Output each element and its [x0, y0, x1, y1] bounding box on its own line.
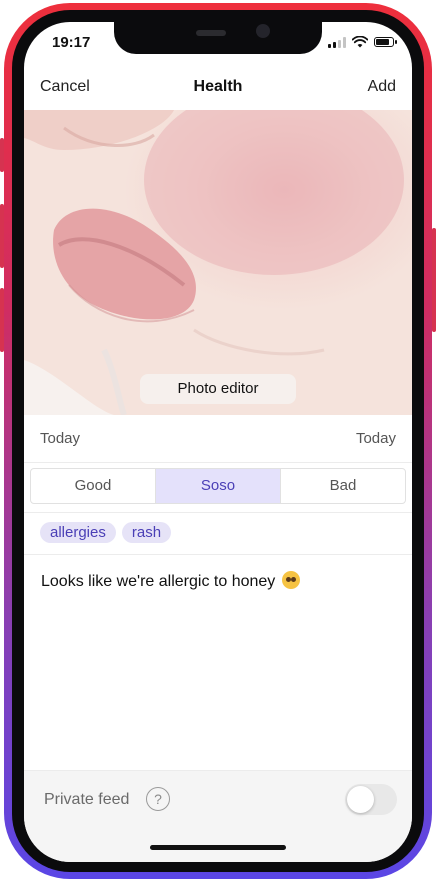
status-time: 19:17	[52, 34, 91, 51]
help-icon[interactable]: ?	[146, 787, 170, 811]
tag-rash[interactable]: rash	[121, 522, 172, 543]
baby-face-image	[24, 110, 404, 415]
tag-allergies[interactable]: allergies	[40, 522, 116, 543]
date-end[interactable]: Today	[356, 430, 396, 447]
note-text: Looks like we're allergic to honey	[41, 573, 276, 590]
phone-volume-up-button	[0, 204, 4, 268]
mood-option-soso[interactable]: Soso	[156, 469, 281, 503]
navbar: Cancel Health Add	[24, 72, 412, 106]
divider	[24, 512, 412, 513]
photo-preview[interactable]: Photo editor	[24, 110, 412, 415]
note-text-area[interactable]: Looks like we're allergic to honey	[41, 571, 300, 591]
home-indicator[interactable]	[150, 845, 286, 850]
battery-fill	[376, 39, 389, 45]
photo-editor-button[interactable]: Photo editor	[140, 374, 296, 404]
pleading-face-emoji-icon	[281, 571, 300, 589]
divider	[24, 554, 412, 555]
battery-icon	[374, 37, 397, 47]
screen: 19:17 Cancel Health Add Photo editor Tod…	[24, 22, 412, 862]
add-button[interactable]: Add	[368, 78, 396, 96]
cellular-signal-icon	[328, 36, 346, 48]
private-feed-label: Private feed	[44, 791, 130, 808]
date-start[interactable]: Today	[40, 430, 80, 447]
date-row: Today Today	[24, 416, 412, 463]
mood-segmented-control: Good Soso Bad	[30, 468, 406, 504]
wifi-icon	[352, 36, 368, 48]
private-feed-toggle[interactable]	[345, 784, 397, 815]
mood-option-bad[interactable]: Bad	[281, 469, 405, 503]
status-icons	[328, 36, 397, 48]
tag-list: allergies rash	[40, 522, 172, 543]
page-title: Health	[193, 78, 243, 95]
front-camera	[256, 24, 270, 38]
mood-option-good[interactable]: Good	[31, 469, 156, 503]
phone-side-button	[0, 138, 4, 172]
notch	[114, 22, 322, 54]
phone-power-button	[432, 228, 436, 332]
toggle-knob	[347, 786, 374, 813]
speaker	[196, 30, 226, 36]
phone-volume-down-button	[0, 288, 4, 352]
